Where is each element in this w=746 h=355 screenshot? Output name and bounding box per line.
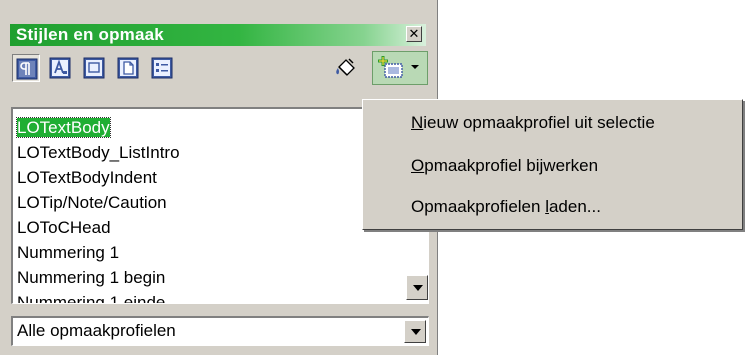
window-title: Stijlen en opmaak: [16, 25, 164, 44]
chevron-down-icon: [413, 285, 423, 291]
frame-styles-icon: [83, 57, 105, 79]
menu-item-new-style-from-selection[interactable]: Nieuw opmaakprofiel uit selectie: [411, 113, 655, 133]
list-item[interactable]: LOTextBody_ListIntro: [17, 140, 180, 165]
list-item[interactable]: LOTip/Note/Caution: [17, 190, 180, 215]
close-icon: ✕: [408, 26, 420, 41]
list-item[interactable]: LOTextBody: [16, 115, 180, 140]
chevron-down-icon: [411, 329, 421, 335]
title-bar[interactable]: Stijlen en opmaak ✕: [10, 24, 426, 46]
menu-item-update-style[interactable]: Opmaakprofiel bijwerken: [411, 156, 598, 176]
new-style-menu: Nieuw opmaakprofiel uit selectie Opmaakp…: [362, 99, 743, 230]
style-filter-value: Alle opmaakprofielen: [17, 321, 176, 340]
new-style-from-selection-icon: [378, 56, 403, 78]
page-styles-icon: [117, 57, 139, 79]
paint-bucket-icon: [336, 58, 355, 76]
list-styles-icon: [151, 57, 173, 79]
character-styles-button[interactable]: [46, 54, 74, 82]
close-button[interactable]: ✕: [406, 26, 422, 42]
list-item[interactable]: LOToCHead: [17, 215, 180, 240]
frame-styles-button[interactable]: [80, 54, 108, 82]
list-item[interactable]: Nummering 1 begin: [17, 265, 180, 290]
list-item[interactable]: LOTextBodyIndent: [17, 165, 180, 190]
paragraph-styles-icon: [16, 58, 38, 80]
list-item[interactable]: Nummering 1: [17, 240, 180, 265]
new-style-from-selection-button[interactable]: [372, 51, 428, 85]
fill-format-mode-button[interactable]: [330, 54, 358, 82]
list-item[interactable]: Nummering 1 einde: [17, 290, 180, 303]
menu-item-load-styles[interactable]: Opmaakprofielen laden...: [411, 197, 601, 217]
style-list-items: LOTextBody LOTextBody_ListIntro LOTextBo…: [16, 115, 180, 303]
style-filter-select[interactable]: Alle opmaakprofielen: [11, 316, 429, 346]
character-styles-icon: [49, 57, 71, 79]
style-filter-dropdown-button[interactable]: [404, 320, 426, 343]
page-styles-button[interactable]: [114, 54, 142, 82]
scroll-down-button[interactable]: [406, 275, 428, 300]
list-styles-button[interactable]: [148, 54, 176, 82]
paragraph-styles-button[interactable]: [12, 54, 40, 82]
chevron-down-icon: [411, 65, 419, 69]
